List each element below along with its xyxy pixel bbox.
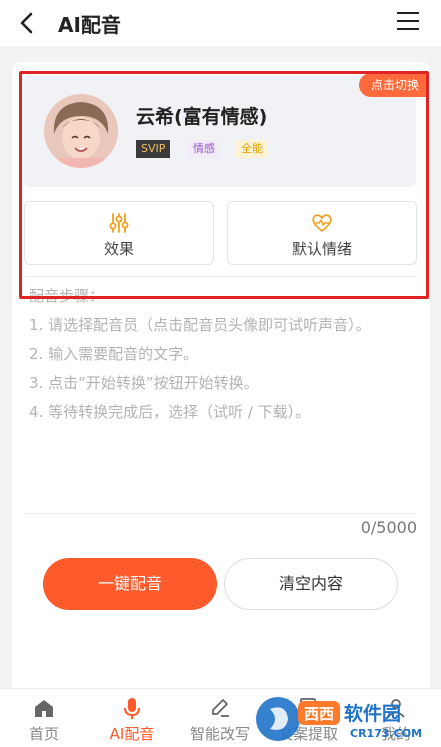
heartbeat-icon	[312, 214, 332, 232]
style-badge: 情感	[188, 140, 220, 158]
sliders-icon	[109, 213, 129, 233]
switch-voice-tag[interactable]: 点击切换	[358, 73, 429, 97]
menu-icon[interactable]	[397, 12, 419, 34]
app-header: AI配音	[0, 0, 441, 46]
microphone-icon	[124, 698, 140, 719]
one-click-dub-button[interactable]: 一键配音	[43, 558, 217, 610]
page-title: AI配音	[58, 13, 121, 37]
mood-button[interactable]: 默认情绪	[227, 201, 417, 265]
tab-ai-dubbing[interactable]: AI配音	[88, 689, 176, 747]
step-1: 1. 请选择配音员（点击配音员头像即可试听声音）。	[29, 316, 371, 334]
divider	[24, 513, 416, 514]
mood-label: 默认情绪	[291, 240, 352, 258]
svg-text:西西: 西西	[304, 705, 334, 723]
effect-button[interactable]: 效果	[24, 201, 214, 265]
tab-label: AI配音	[109, 725, 155, 743]
back-arrow-icon[interactable]	[14, 9, 42, 37]
svip-badge: SVIP	[136, 140, 171, 158]
voice-avatar[interactable]	[44, 94, 118, 168]
clear-content-button[interactable]: 清空内容	[224, 558, 398, 610]
tab-home[interactable]: 首页	[0, 689, 88, 747]
svg-text:CR173.COM: CR173.COM	[350, 727, 422, 740]
scope-badge: 全能	[236, 140, 268, 158]
character-counter: 0/5000	[360, 518, 417, 537]
tab-label: 首页	[28, 725, 59, 743]
effect-label: 效果	[103, 240, 134, 258]
home-icon	[35, 700, 53, 717]
voice-name: 云希(富有情感)	[136, 106, 268, 128]
step-3: 3. 点击“开始转换”按钮开始转换。	[29, 374, 259, 392]
divider	[24, 276, 416, 277]
text-input-area[interactable]: 配音步骤： 1. 请选择配音员（点击配音员头像即可试听声音）。 2. 输入需要配…	[29, 282, 399, 427]
site-watermark: 西西 软件园 CR173.COM	[248, 693, 428, 745]
step-4: 4. 等待转换完成后，选择（试听 / 下载）。	[29, 403, 311, 421]
svg-text:软件园: 软件园	[344, 702, 401, 725]
step-2: 2. 输入需要配音的文字。	[29, 345, 199, 363]
steps-heading: 配音步骤：	[29, 287, 105, 305]
edit-icon	[212, 698, 229, 717]
